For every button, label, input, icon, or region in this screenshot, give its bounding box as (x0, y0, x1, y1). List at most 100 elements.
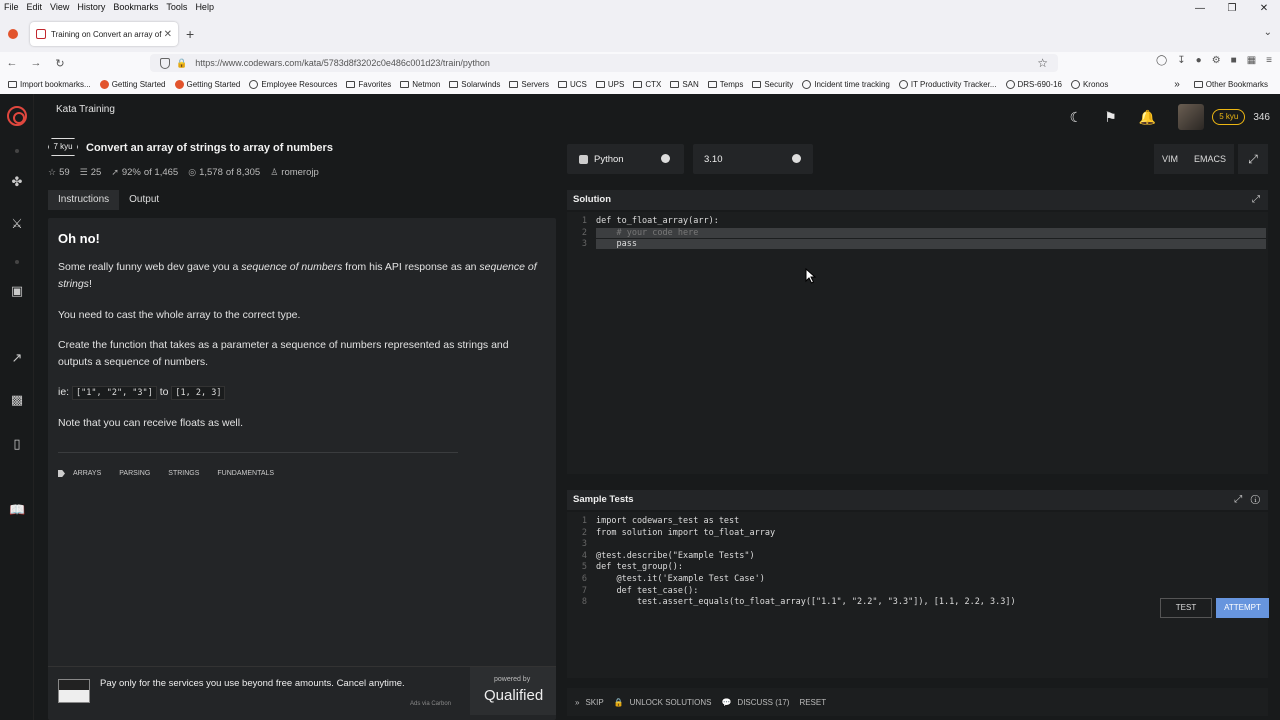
menu-view[interactable]: View (46, 2, 73, 12)
account-icon[interactable]: ● (1196, 55, 1202, 66)
lock-icon[interactable]: 🔒 (176, 58, 187, 69)
author-stat[interactable]: ♙ romerojp (270, 167, 319, 178)
tag-parsing[interactable]: PARSING (119, 470, 150, 477)
codewars-logo-icon[interactable] (7, 106, 27, 126)
tag-strings[interactable]: STRINGS (168, 470, 199, 477)
attempt-button[interactable]: ATTEMPT (1216, 598, 1269, 618)
reload-icon[interactable]: ↻ (48, 57, 72, 70)
practice-icon[interactable]: ⚔ (9, 216, 25, 232)
bookmark-star-icon[interactable]: ☆ (1037, 56, 1048, 70)
bookmark-item[interactable]: globe-iconIncident time tracking (802, 79, 890, 89)
bookmark-item[interactable]: firefox-iconGetting Started (99, 79, 166, 89)
bookmark-item[interactable]: folder-iconCTX (633, 80, 661, 89)
collections-stat[interactable]: ☰ 25 (80, 167, 102, 178)
close-tab-icon[interactable]: ✕ (164, 29, 172, 40)
back-icon[interactable]: ← (0, 57, 24, 69)
menu-history[interactable]: History (73, 2, 109, 12)
bookmark-item[interactable]: firefox-iconGetting Started (174, 79, 240, 89)
discord-icon[interactable]: ▩ (9, 392, 25, 408)
expand-icon[interactable]: ⤢ (1252, 190, 1260, 210)
code-line[interactable]: @test.it('Example Test Case') (596, 574, 764, 584)
tag-arrays[interactable]: ARRAYS (73, 470, 101, 477)
code-line[interactable]: pass (596, 239, 1266, 250)
more-bookmarks-icon[interactable]: » (1174, 79, 1180, 90)
expand-icon[interactable]: ⤢ (1234, 494, 1242, 505)
code-line[interactable]: from solution import to_float_array (596, 528, 775, 538)
tag-fundamentals[interactable]: FUNDAMENTALS (217, 470, 274, 477)
discuss-button[interactable]: 💬 DISCUSS (17) (721, 698, 789, 707)
carbon-ad[interactable]: Pay only for the services you use beyond… (48, 666, 556, 715)
qualified-promo[interactable]: powered by Qualified (470, 667, 556, 715)
list-all-tabs-icon[interactable]: ⌄ (1264, 27, 1272, 38)
new-tab-button[interactable]: + (186, 26, 194, 42)
avatar[interactable] (1178, 104, 1205, 130)
browser-tab-active[interactable]: Training on Convert an array of ✕ (30, 22, 178, 46)
bookmark-item[interactable]: folder-iconUPS (595, 80, 624, 89)
language-select[interactable]: Python (567, 144, 684, 174)
version-select[interactable]: 3.10 (693, 144, 813, 174)
url-bar[interactable]: 🔒 https://www.codewars.com/kata/5783d8f3… (150, 54, 1058, 72)
ad-image[interactable] (58, 679, 90, 703)
code-line[interactable]: def test_group(): (596, 562, 683, 572)
sample-tests-editor[interactable]: 1 import codewars_test as test 2 from solut… (567, 512, 1268, 678)
bookmark-item[interactable]: folder-iconSolarwinds (449, 80, 500, 89)
app-menu-icon[interactable]: ≡ (1266, 55, 1272, 66)
notifications-icon[interactable]: 🔔 (1139, 109, 1156, 126)
qualified-logo[interactable]: Qualified (484, 687, 543, 704)
bookmark-item[interactable]: globe-iconEmployee Resources (249, 79, 337, 89)
tab-output[interactable]: Output (119, 190, 169, 210)
reset-button[interactable]: RESET (799, 698, 826, 707)
test-button[interactable]: TEST (1160, 598, 1212, 618)
other-bookmarks[interactable]: » Other Bookmarks (1174, 74, 1268, 94)
code-line[interactable]: # your code here (596, 227, 1266, 238)
bookmark-item[interactable]: folder-iconUCS (557, 80, 587, 89)
stars-stat[interactable]: ☆ 59 (48, 167, 70, 178)
ad-via[interactable]: Ads via Carbon (410, 701, 451, 707)
extension-icon[interactable]: ⚙ (1212, 55, 1221, 66)
menu-help[interactable]: Help (191, 2, 218, 12)
bookmark-item[interactable]: folder-iconSAN (670, 80, 699, 89)
url-text[interactable]: https://www.codewars.com/kata/5783d8f320… (195, 58, 490, 68)
menu-file[interactable]: File (0, 2, 23, 12)
solution-editor[interactable]: 1 def to_float_array(arr): 2 # your code h… (567, 212, 1268, 474)
emacs-mode-button[interactable]: EMACS (1186, 144, 1234, 174)
extension-green-icon[interactable]: ■ (1231, 55, 1237, 66)
code-line[interactable]: test.assert_equals(to_float_array(["1.1"… (596, 597, 1016, 607)
training-icon[interactable]: ✤ (9, 174, 25, 190)
leaderboard-icon[interactable]: ↗ (9, 350, 25, 366)
firefox-view-icon[interactable] (8, 29, 18, 39)
code-line[interactable]: @test.describe("Example Tests") (596, 551, 755, 561)
docs-icon[interactable]: 📖 (9, 502, 25, 518)
bookmark-item[interactable]: globe-iconIT Productivity Tracker... (898, 79, 997, 89)
menu-tools[interactable]: Tools (162, 2, 191, 12)
forward-icon[interactable]: → (24, 57, 48, 69)
tracking-shield-icon[interactable] (160, 57, 170, 69)
dark-mode-icon[interactable]: ☾ (1070, 109, 1083, 126)
bookmark-item[interactable]: globe-iconKronos (1070, 79, 1108, 89)
jobs-icon[interactable]: ▣ (9, 283, 25, 299)
menu-bookmarks[interactable]: Bookmarks (109, 2, 162, 12)
code-line[interactable]: def test_case(): (596, 586, 698, 596)
vim-mode-button[interactable]: VIM (1154, 144, 1186, 174)
bookmark-item[interactable]: folder-iconImport bookmarks... (8, 80, 91, 89)
bookmark-item[interactable]: folder-iconServers (509, 80, 549, 89)
skip-button[interactable]: » SKIP (575, 698, 604, 707)
bookmark-item[interactable]: folder-iconTemps (707, 80, 743, 89)
bookmark-item[interactable]: folder-iconNetmon (400, 80, 440, 89)
bookmark-icon[interactable]: ⚑ (1104, 109, 1117, 126)
bookmark-item[interactable]: globe-iconDRS-690-16 (1005, 79, 1062, 89)
downloads-icon[interactable]: ↧ (1177, 55, 1185, 66)
bookmark-item[interactable]: folder-iconFavorites (346, 80, 391, 89)
extensions-icon[interactable]: ▦ (1247, 55, 1256, 66)
author-name[interactable]: romerojp (281, 167, 319, 178)
help-icon[interactable]: ⓘ (1251, 494, 1260, 505)
fullscreen-icon[interactable]: ⤢ (1238, 144, 1268, 174)
bookmark-item[interactable]: folder-iconSecurity (752, 80, 793, 89)
discussions-icon[interactable]: ▯ (9, 436, 25, 452)
tab-instructions[interactable]: Instructions (48, 190, 120, 210)
code-line[interactable]: import codewars_test as test (596, 516, 739, 526)
unlock-solutions-button[interactable]: 🔒 UNLOCK SOLUTIONS (614, 698, 712, 707)
menu-edit[interactable]: Edit (23, 2, 47, 12)
ad-text[interactable]: Pay only for the services you use beyond… (100, 678, 405, 689)
code-line[interactable]: def to_float_array(arr): (596, 216, 719, 226)
